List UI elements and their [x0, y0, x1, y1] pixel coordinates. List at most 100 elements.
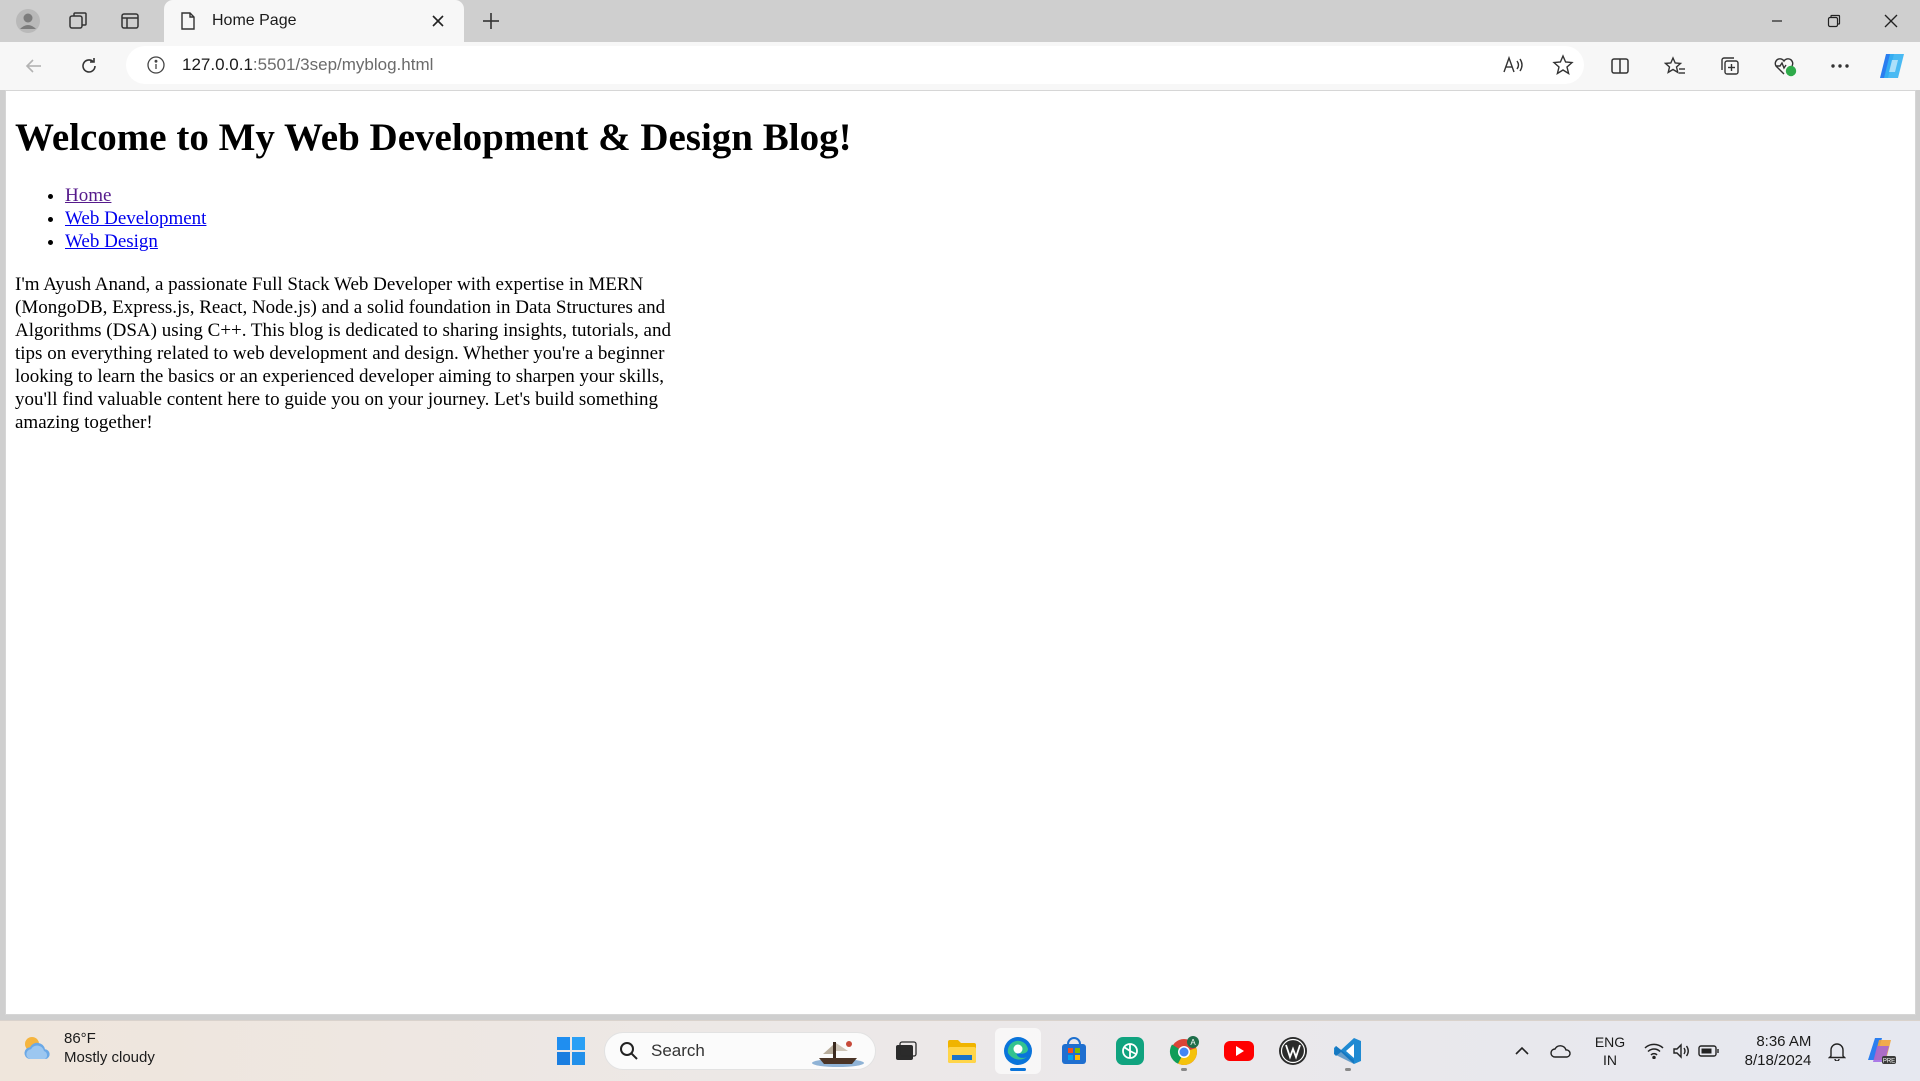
workspaces-icon [69, 12, 87, 29]
profile-icon [16, 9, 40, 33]
close-window-button[interactable] [1862, 0, 1919, 42]
site-info-icon[interactable] [146, 55, 166, 75]
wifi-icon [1644, 1043, 1664, 1059]
restore-icon [1827, 14, 1840, 28]
star-icon [1552, 54, 1574, 76]
search-highlight-icon [812, 1041, 864, 1067]
quick-settings-button[interactable] [1642, 1021, 1722, 1081]
svg-text:A: A [1190, 1038, 1196, 1047]
taskbar-app-edge[interactable] [995, 1028, 1041, 1074]
weather-condition: Mostly cloudy [64, 1049, 155, 1066]
read-aloud-button[interactable] [1502, 55, 1524, 75]
weather-widget[interactable]: 86°F Mostly cloudy [20, 1029, 155, 1067]
taskbar-app-microsoft-store[interactable] [1051, 1028, 1097, 1074]
chrome-icon: A [1169, 1036, 1199, 1066]
tab-actions-button[interactable] [108, 5, 152, 37]
taskbar-search[interactable]: Search [604, 1032, 876, 1070]
page-title: Welcome to My Web Development & Design B… [15, 116, 852, 159]
clock-time: 8:36 AM [1756, 1033, 1812, 1050]
vertical-tabs-icon [121, 13, 139, 29]
url-path: :5501/3sep/myblog.html [252, 55, 434, 74]
taskbar-app-chrome[interactable]: A [1161, 1028, 1207, 1074]
restore-button[interactable] [1805, 0, 1862, 42]
nav-item-web-development: Web Development [65, 207, 1906, 230]
plus-icon [483, 13, 499, 29]
running-app-indicator [1345, 1068, 1351, 1071]
nav-link-home[interactable]: Home [65, 185, 111, 206]
copilot-icon [1880, 54, 1904, 78]
split-screen-button[interactable] [1600, 48, 1640, 84]
address-bar[interactable]: 127.0.0.1:5501/3sep/myblog.html [126, 46, 1584, 84]
refresh-icon [82, 58, 96, 73]
taskbar-app-file-explorer[interactable] [939, 1028, 985, 1074]
task-view-icon [896, 1041, 917, 1060]
taskbar-app-task-view[interactable] [883, 1028, 929, 1074]
copilot-taskbar-button[interactable]: PRE [1858, 1021, 1904, 1081]
favorites-icon [1664, 56, 1685, 74]
minimize-button[interactable] [1748, 0, 1805, 42]
clock-button[interactable]: 8:36 AM 8/18/2024 [1732, 1021, 1824, 1081]
heart-pulse-icon [1774, 58, 1797, 77]
windows-logo-icon [557, 1037, 585, 1065]
blog-page: Welcome to My Web Development & Design B… [6, 116, 1915, 434]
refresh-button[interactable] [69, 48, 109, 84]
copilot-button[interactable] [1872, 48, 1912, 84]
taskbar: 86°F Mostly cloudy Search A ENG IN 8:36 … [0, 1020, 1920, 1081]
input-language-button[interactable]: ENG IN [1588, 1021, 1632, 1081]
nav-link-web-design[interactable]: Web Design [65, 231, 158, 252]
read-aloud-icon [1503, 55, 1523, 73]
more-dots-icon [1831, 64, 1849, 68]
tab-title: Home Page [212, 12, 297, 29]
notifications-button[interactable] [1824, 1021, 1850, 1081]
close-icon [1884, 14, 1897, 28]
settings-and-more-button[interactable] [1820, 48, 1860, 84]
start-button[interactable] [548, 1028, 594, 1074]
taskbar-app-vscode[interactable] [1325, 1028, 1371, 1074]
collections-icon [1721, 57, 1739, 75]
favorites-button[interactable] [1655, 48, 1695, 84]
taskbar-app-youtube[interactable] [1216, 1028, 1262, 1074]
browser-essentials-button[interactable] [1765, 48, 1805, 84]
nav-item-web-design: Web Design [65, 230, 1906, 253]
volume-icon [1673, 1043, 1689, 1059]
taskbar-app-wordpress[interactable] [1270, 1028, 1316, 1074]
close-tab-button[interactable] [426, 9, 450, 33]
edge-icon [1004, 1037, 1032, 1065]
workspaces-button[interactable] [56, 5, 100, 37]
collections-button[interactable] [1710, 48, 1750, 84]
youtube-icon [1224, 1041, 1254, 1061]
wordpress-icon [1279, 1037, 1307, 1065]
browser-toolbar: 127.0.0.1:5501/3sep/myblog.html [0, 42, 1920, 90]
active-app-indicator [1010, 1068, 1026, 1071]
copilot-pre-icon: PRE [1868, 1038, 1896, 1065]
weather-temperature: 86°F [64, 1030, 96, 1047]
svg-text:PRE: PRE [1883, 1059, 1895, 1065]
clock-date: 8/18/2024 [1744, 1052, 1812, 1069]
page-viewport: Welcome to My Web Development & Design B… [5, 90, 1916, 1015]
region-code: IN [1603, 1052, 1617, 1068]
battery-icon [1698, 1045, 1719, 1057]
running-app-indicator [1181, 1068, 1187, 1071]
add-favorite-button[interactable] [1552, 54, 1574, 76]
vscode-icon [1334, 1038, 1361, 1064]
show-hidden-icons-button[interactable] [1508, 1021, 1536, 1081]
back-arrow-icon [25, 59, 41, 73]
minimize-icon [1771, 20, 1782, 22]
new-tab-button[interactable] [474, 5, 508, 37]
taskbar-app-chatgpt[interactable] [1107, 1028, 1153, 1074]
url-host: 127.0.0.1 [182, 55, 253, 74]
tab-home-page[interactable]: Home Page [164, 0, 464, 42]
onedrive-button[interactable] [1544, 1021, 1578, 1081]
page-icon [178, 11, 198, 31]
url-text[interactable]: 127.0.0.1:5501/3sep/myblog.html [182, 55, 433, 75]
chevron-up-icon [1515, 1046, 1529, 1055]
partly-cloudy-icon [24, 1037, 50, 1059]
close-icon [432, 15, 444, 27]
bell-icon [1828, 1043, 1846, 1061]
split-screen-icon [1611, 58, 1629, 74]
nav-link-web-development[interactable]: Web Development [65, 208, 206, 229]
store-icon [1062, 1037, 1086, 1064]
profile-button[interactable] [6, 5, 50, 37]
back-button[interactable] [14, 48, 54, 84]
nav-list: Home Web Development Web Design [15, 184, 1906, 253]
